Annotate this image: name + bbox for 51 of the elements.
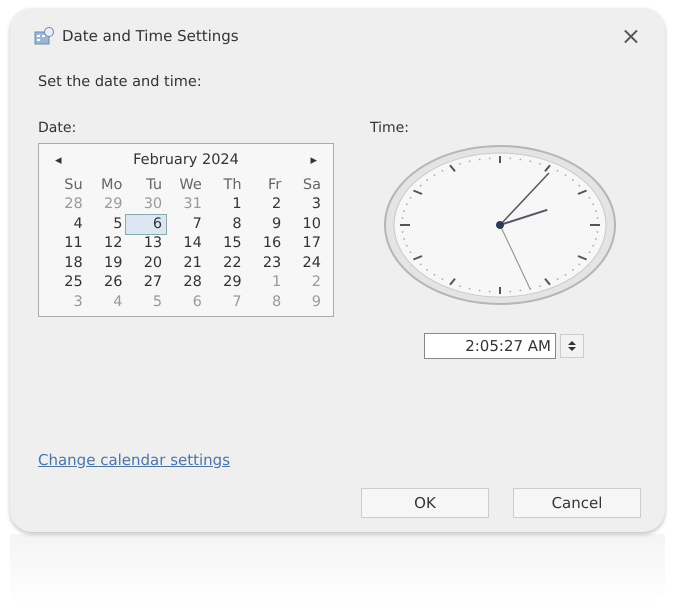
weekday-header: Fr: [267, 176, 282, 194]
calendar-day[interactable]: 24: [285, 254, 325, 273]
calendar-day[interactable]: 15: [206, 234, 246, 254]
weekday-header: Th: [222, 176, 243, 194]
selected-day[interactable]: 6: [126, 214, 166, 234]
calendar-day[interactable]: 20: [126, 254, 166, 273]
calendar-day[interactable]: 21: [166, 254, 206, 273]
weekday-header: Sa: [302, 176, 322, 194]
calendar-day[interactable]: 1: [206, 195, 246, 214]
date-label: Date:: [38, 118, 78, 138]
time-label: Time:: [370, 118, 410, 138]
calendar-day[interactable]: 26: [86, 273, 126, 292]
calendar-day[interactable]: 17: [285, 234, 325, 254]
calendar-day[interactable]: 23: [246, 254, 286, 273]
dialog-button[interactable]: Cancel: [513, 488, 641, 518]
calendar-day[interactable]: 13: [126, 234, 166, 254]
close-button[interactable]: ×: [616, 24, 645, 48]
weekday-header: Su: [63, 176, 84, 194]
next-month-button[interactable]: ▸: [302, 150, 325, 170]
calendar-day[interactable]: 7: [166, 214, 206, 234]
calendar-day[interactable]: 14: [166, 234, 206, 254]
window-title: Date and Time Settings: [62, 26, 239, 47]
calendar-day[interactable]: 25: [47, 273, 87, 292]
calendar-day[interactable]: 4: [47, 214, 87, 234]
calendar-day[interactable]: 12: [86, 234, 126, 254]
calendar-day[interactable]: 5: [86, 214, 126, 234]
calendar-day[interactable]: 9: [246, 214, 286, 234]
previous-month-button[interactable]: ◂: [47, 150, 70, 170]
calendar-clock-icon: [34, 27, 54, 45]
calendar-day[interactable]: 3: [285, 195, 325, 214]
calendar-day[interactable]: 8: [206, 214, 246, 234]
change-calendar-settings-link[interactable]: Change calendar settings: [38, 451, 230, 469]
calendar-day[interactable]: 2: [246, 195, 286, 214]
calendar-day[interactable]: 28: [166, 273, 206, 292]
calendar-day[interactable]: 18: [47, 254, 87, 273]
month-title: February 2024: [133, 150, 239, 170]
dialog-button[interactable]: OK: [361, 488, 489, 518]
calendar-day[interactable]: 10: [285, 214, 325, 234]
calendar-day[interactable]: 22: [206, 254, 246, 273]
calendar-day[interactable]: 11: [47, 234, 87, 254]
instruction-text: Set the date and time:: [38, 73, 203, 92]
spinner-control[interactable]: [560, 334, 584, 358]
weekday-header: Tu: [145, 176, 164, 194]
calendar-day[interactable]: 29: [206, 273, 246, 292]
calendar-day[interactable]: 19: [86, 254, 126, 273]
calendar-day[interactable]: 27: [126, 273, 166, 292]
weekday-header: Mo: [100, 176, 124, 194]
weekday-header: We: [178, 176, 203, 194]
up-down-arrows-icon: [567, 339, 577, 353]
time-field[interactable]: 2:05:27 AM: [424, 332, 556, 360]
calendar-day[interactable]: 16: [246, 234, 286, 254]
